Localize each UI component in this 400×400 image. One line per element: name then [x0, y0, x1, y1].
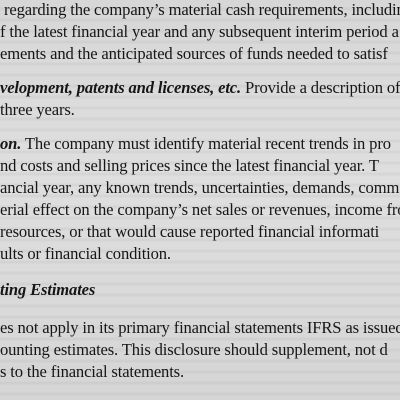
line-text: ounting estimates. This disclosure shoul…: [0, 340, 388, 359]
line-text: erial effect on the company’s net sales …: [0, 200, 400, 219]
text-line-13: es not apply in its primary financial st…: [0, 318, 400, 338]
text-line-5: three years.: [0, 100, 75, 120]
text-line-1: regarding the company’s material cash re…: [4, 0, 400, 20]
text-line-2: f the latest financial year and any subs…: [0, 22, 399, 42]
section-heading: ting Estimates: [0, 280, 96, 299]
text-line-7: nd costs and selling prices since the la…: [0, 156, 379, 176]
text-line-12: ting Estimates: [0, 280, 95, 300]
scanned-document-page: regarding the company’s material cash re…: [0, 0, 400, 400]
line-text: regarding the company’s material cash re…: [4, 0, 400, 19]
line-text: ements and the anticipated sources of fu…: [0, 44, 388, 63]
line-text: ults or financial condition.: [0, 244, 171, 263]
line-text: f the latest financial year and any subs…: [0, 22, 399, 41]
line-text: s to the financial statements.: [0, 362, 184, 381]
text-line-6: on. The company must identify material r…: [0, 134, 391, 154]
line-text: three years.: [0, 100, 75, 119]
text-line-11: ults or financial condition.: [0, 244, 171, 264]
text-line-14: ounting estimates. This disclosure shoul…: [0, 340, 388, 360]
section-heading: on.: [0, 134, 22, 153]
line-text: es not apply in its primary financial st…: [0, 318, 400, 337]
section-heading: velopment, patents and licenses, etc.: [0, 78, 242, 97]
text-line-8: ancial year, any known trends, uncertain…: [0, 178, 399, 198]
line-text: Provide a description of th: [241, 78, 400, 97]
text-line-15: s to the financial statements.: [0, 362, 184, 382]
text-line-3: ements and the anticipated sources of fu…: [0, 44, 388, 64]
line-text: resources, or that would cause reported …: [0, 222, 380, 241]
text-line-4: velopment, patents and licenses, etc. Pr…: [0, 78, 400, 98]
line-text: nd costs and selling prices since the la…: [0, 156, 379, 175]
text-line-10: resources, or that would cause reported …: [0, 222, 379, 242]
line-text: ancial year, any known trends, uncertain…: [0, 178, 400, 197]
text-line-9: erial effect on the company’s net sales …: [0, 200, 400, 220]
line-text: The company must identify material recen…: [21, 134, 391, 153]
